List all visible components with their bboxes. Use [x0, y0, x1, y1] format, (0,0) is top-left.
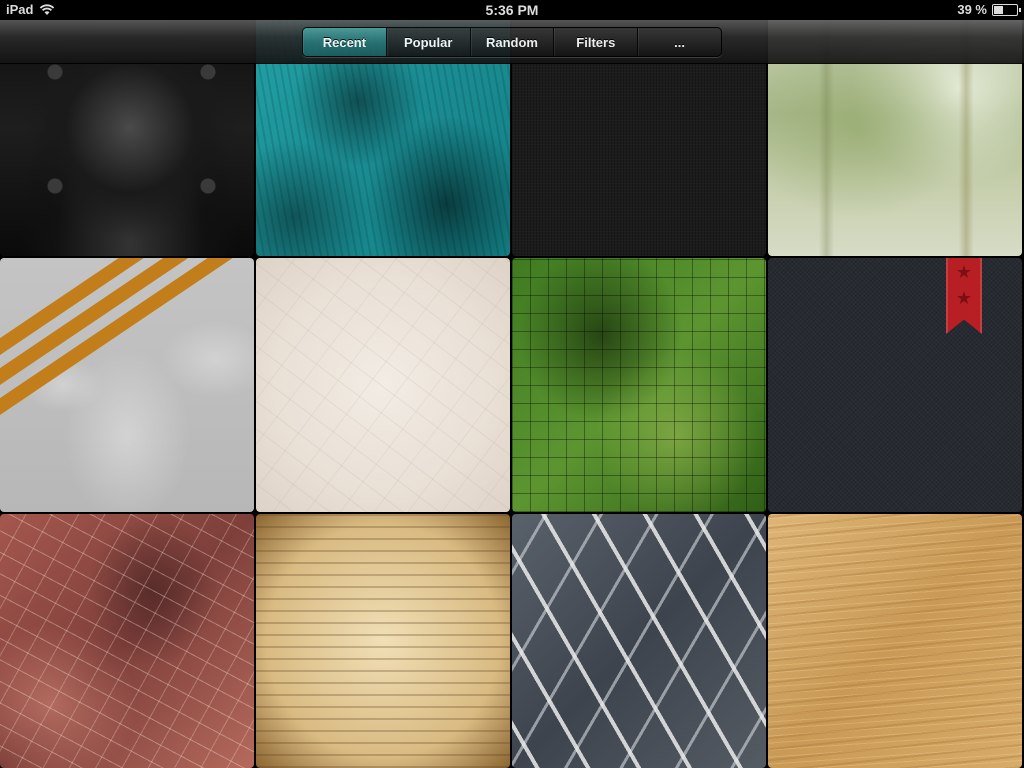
texture-tile-navy-fabric[interactable]: ★ ★	[768, 258, 1022, 512]
star-icon: ★	[955, 262, 973, 282]
texture-tile-green-moss[interactable]	[512, 258, 766, 512]
texture-tile-red-marble[interactable]	[0, 514, 254, 768]
segment-filters[interactable]: Filters	[554, 28, 639, 56]
status-bar: iPad 5:36 PM 39 %	[0, 0, 1024, 20]
texture-tile-diamond-plate[interactable]	[512, 514, 766, 768]
segment-more[interactable]: ...	[638, 28, 721, 56]
favorite-ribbon-icon[interactable]: ★ ★	[946, 258, 982, 334]
clock: 5:36 PM	[485, 2, 539, 18]
segment-popular[interactable]: Popular	[387, 28, 471, 56]
status-right: 39 %	[957, 2, 1021, 17]
texture-grid: ★ ★	[0, 0, 1024, 768]
texture-tile-crumpled-paper[interactable]	[256, 258, 510, 512]
texture-tile-wood-grain[interactable]	[768, 514, 1022, 768]
top-toolbar: Recent Popular Random Filters ...	[0, 20, 1024, 64]
texture-tile-concrete-stripes[interactable]	[0, 258, 254, 512]
battery-percentage: 39 %	[957, 2, 987, 17]
segment-recent[interactable]: Recent	[303, 28, 387, 56]
texture-tile-vintage-paper[interactable]	[256, 514, 510, 768]
battery-fill	[994, 5, 1003, 14]
segment-random[interactable]: Random	[471, 28, 555, 56]
battery-icon	[992, 3, 1021, 16]
sort-segmented-control: Recent Popular Random Filters ...	[302, 27, 722, 57]
star-icon: ★	[955, 288, 973, 308]
